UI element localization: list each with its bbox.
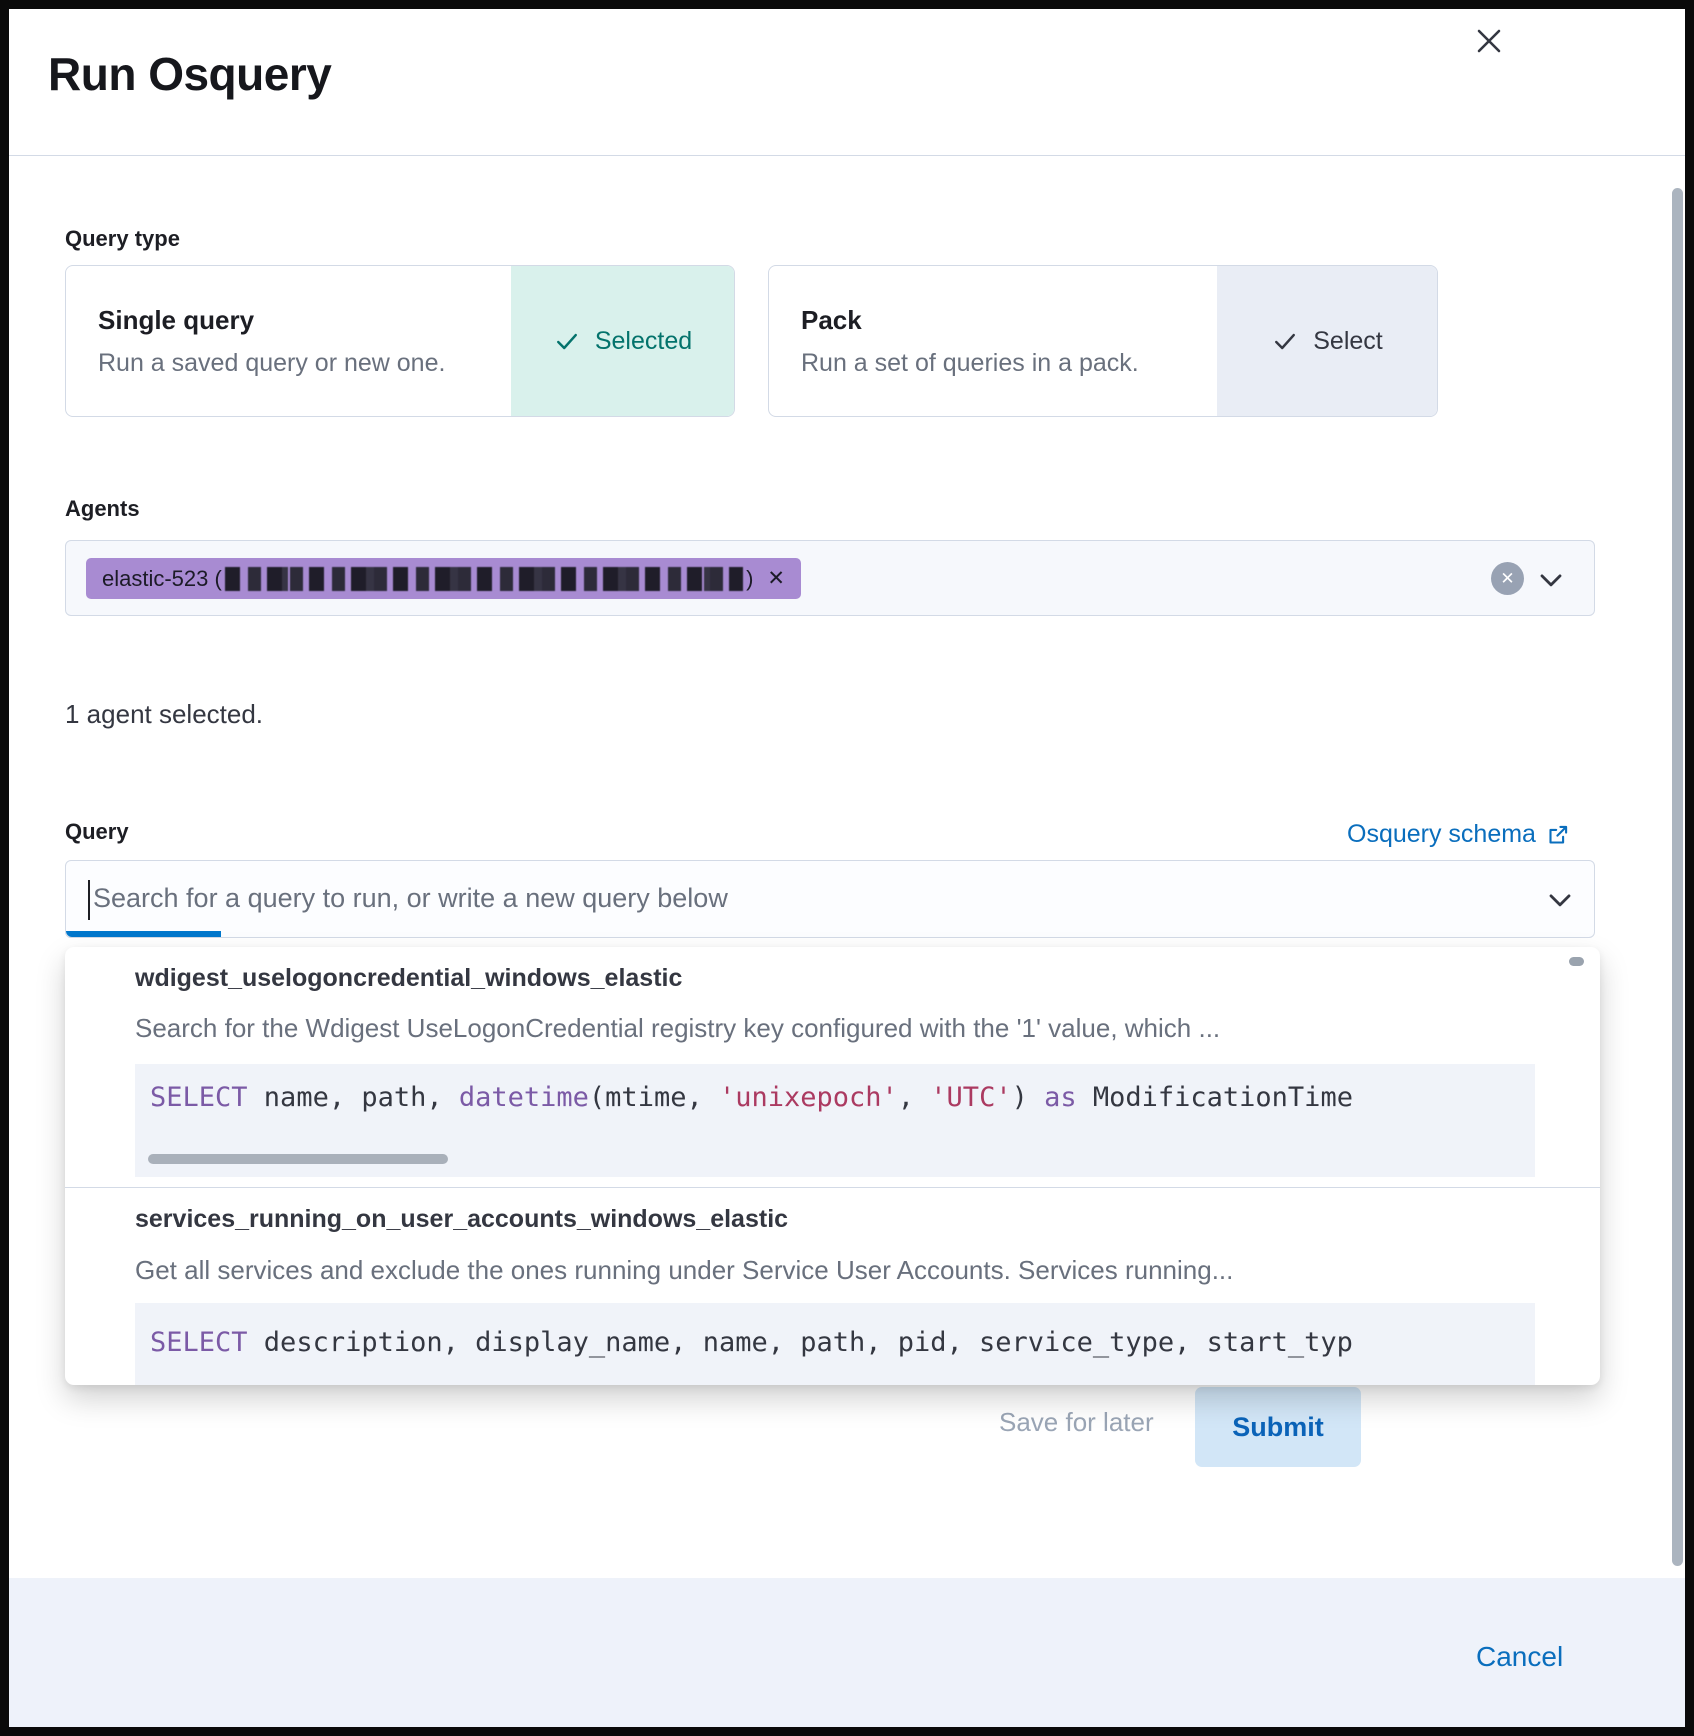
redacted-agent-id: [225, 567, 743, 591]
chevron-down-icon[interactable]: [1536, 565, 1566, 595]
option-name: wdigest_uselogoncredential_windows_elast…: [135, 964, 682, 993]
submit-button[interactable]: Submit: [1195, 1387, 1361, 1467]
option-code-block: SELECT name, path, datetime(mtime, 'unix…: [135, 1064, 1535, 1177]
agents-label: Agents: [65, 496, 140, 522]
remove-agent-icon[interactable]: ✕: [767, 566, 785, 591]
modal-scrollbar[interactable]: [1672, 188, 1683, 1566]
text-caret: [88, 880, 90, 920]
agent-badge-suffix: ): [746, 566, 753, 592]
agent-badge[interactable]: elastic-523 ( ) ✕: [86, 558, 801, 599]
query-search-input[interactable]: Search for a query to run, or write a ne…: [65, 860, 1595, 938]
pack-card-body: Pack Run a set of queries in a pack.: [769, 266, 1217, 416]
single-query-subtitle: Run a saved query or new one.: [98, 349, 511, 378]
focus-indicator: [66, 931, 221, 937]
osquery-schema-label: Osquery schema: [1347, 820, 1536, 849]
agent-badge-prefix: elastic-523 (: [102, 566, 222, 592]
query-options-dropdown: wdigest_uselogoncredential_windows_elast…: [65, 947, 1600, 1385]
single-query-title: Single query: [98, 305, 511, 336]
query-type-card-pack[interactable]: Pack Run a set of queries in a pack. Sel…: [768, 265, 1438, 417]
single-query-selected-badge: Selected: [511, 266, 734, 416]
check-icon: [1271, 327, 1299, 355]
save-for-later-button[interactable]: Save for later: [999, 1407, 1154, 1438]
pack-select-badge: Select: [1217, 266, 1437, 416]
modal-title: Run Osquery: [48, 47, 331, 101]
pack-title: Pack: [801, 305, 1217, 336]
option-code-block: SELECT description, display_name, name, …: [135, 1303, 1535, 1385]
selected-label: Selected: [595, 327, 692, 356]
option-description: Get all services and exclude the ones ru…: [135, 1255, 1233, 1286]
option-description: Search for the Wdigest UseLogonCredentia…: [135, 1013, 1220, 1044]
close-icon[interactable]: [1467, 19, 1511, 63]
agents-combobox[interactable]: elastic-523 ( ) ✕ ✕: [65, 540, 1595, 616]
header-divider: [9, 155, 1685, 156]
option-name: services_running_on_user_accounts_window…: [135, 1205, 788, 1234]
cancel-button[interactable]: Cancel: [1476, 1641, 1563, 1673]
osquery-schema-link[interactable]: Osquery schema: [1347, 820, 1570, 849]
query-type-label: Query type: [65, 226, 180, 252]
modal-footer: Cancel: [9, 1578, 1685, 1727]
clear-selection-icon[interactable]: ✕: [1491, 562, 1524, 595]
check-icon: [553, 327, 581, 355]
single-query-card-body: Single query Run a saved query or new on…: [66, 266, 511, 416]
run-osquery-modal: Run Osquery Query type Single query Run …: [9, 9, 1685, 1727]
query-label: Query: [65, 819, 129, 845]
chevron-down-icon[interactable]: [1545, 885, 1575, 915]
dropdown-scrollbar-thumb[interactable]: [1569, 957, 1584, 966]
select-label: Select: [1313, 327, 1382, 356]
screenshot-frame: Run Osquery Query type Single query Run …: [0, 0, 1694, 1736]
query-search-placeholder: Search for a query to run, or write a ne…: [93, 883, 728, 914]
code-horizontal-scrollbar-thumb[interactable]: [148, 1154, 448, 1164]
sql-code: SELECT description, display_name, name, …: [150, 1327, 1353, 1358]
external-link-icon: [1546, 823, 1570, 847]
pack-subtitle: Run a set of queries in a pack.: [801, 349, 1217, 378]
query-type-card-single[interactable]: Single query Run a saved query or new on…: [65, 265, 735, 417]
sql-code: SELECT name, path, datetime(mtime, 'unix…: [150, 1082, 1353, 1113]
agents-selected-count: 1 agent selected.: [65, 699, 263, 730]
option-divider: [65, 1187, 1600, 1188]
